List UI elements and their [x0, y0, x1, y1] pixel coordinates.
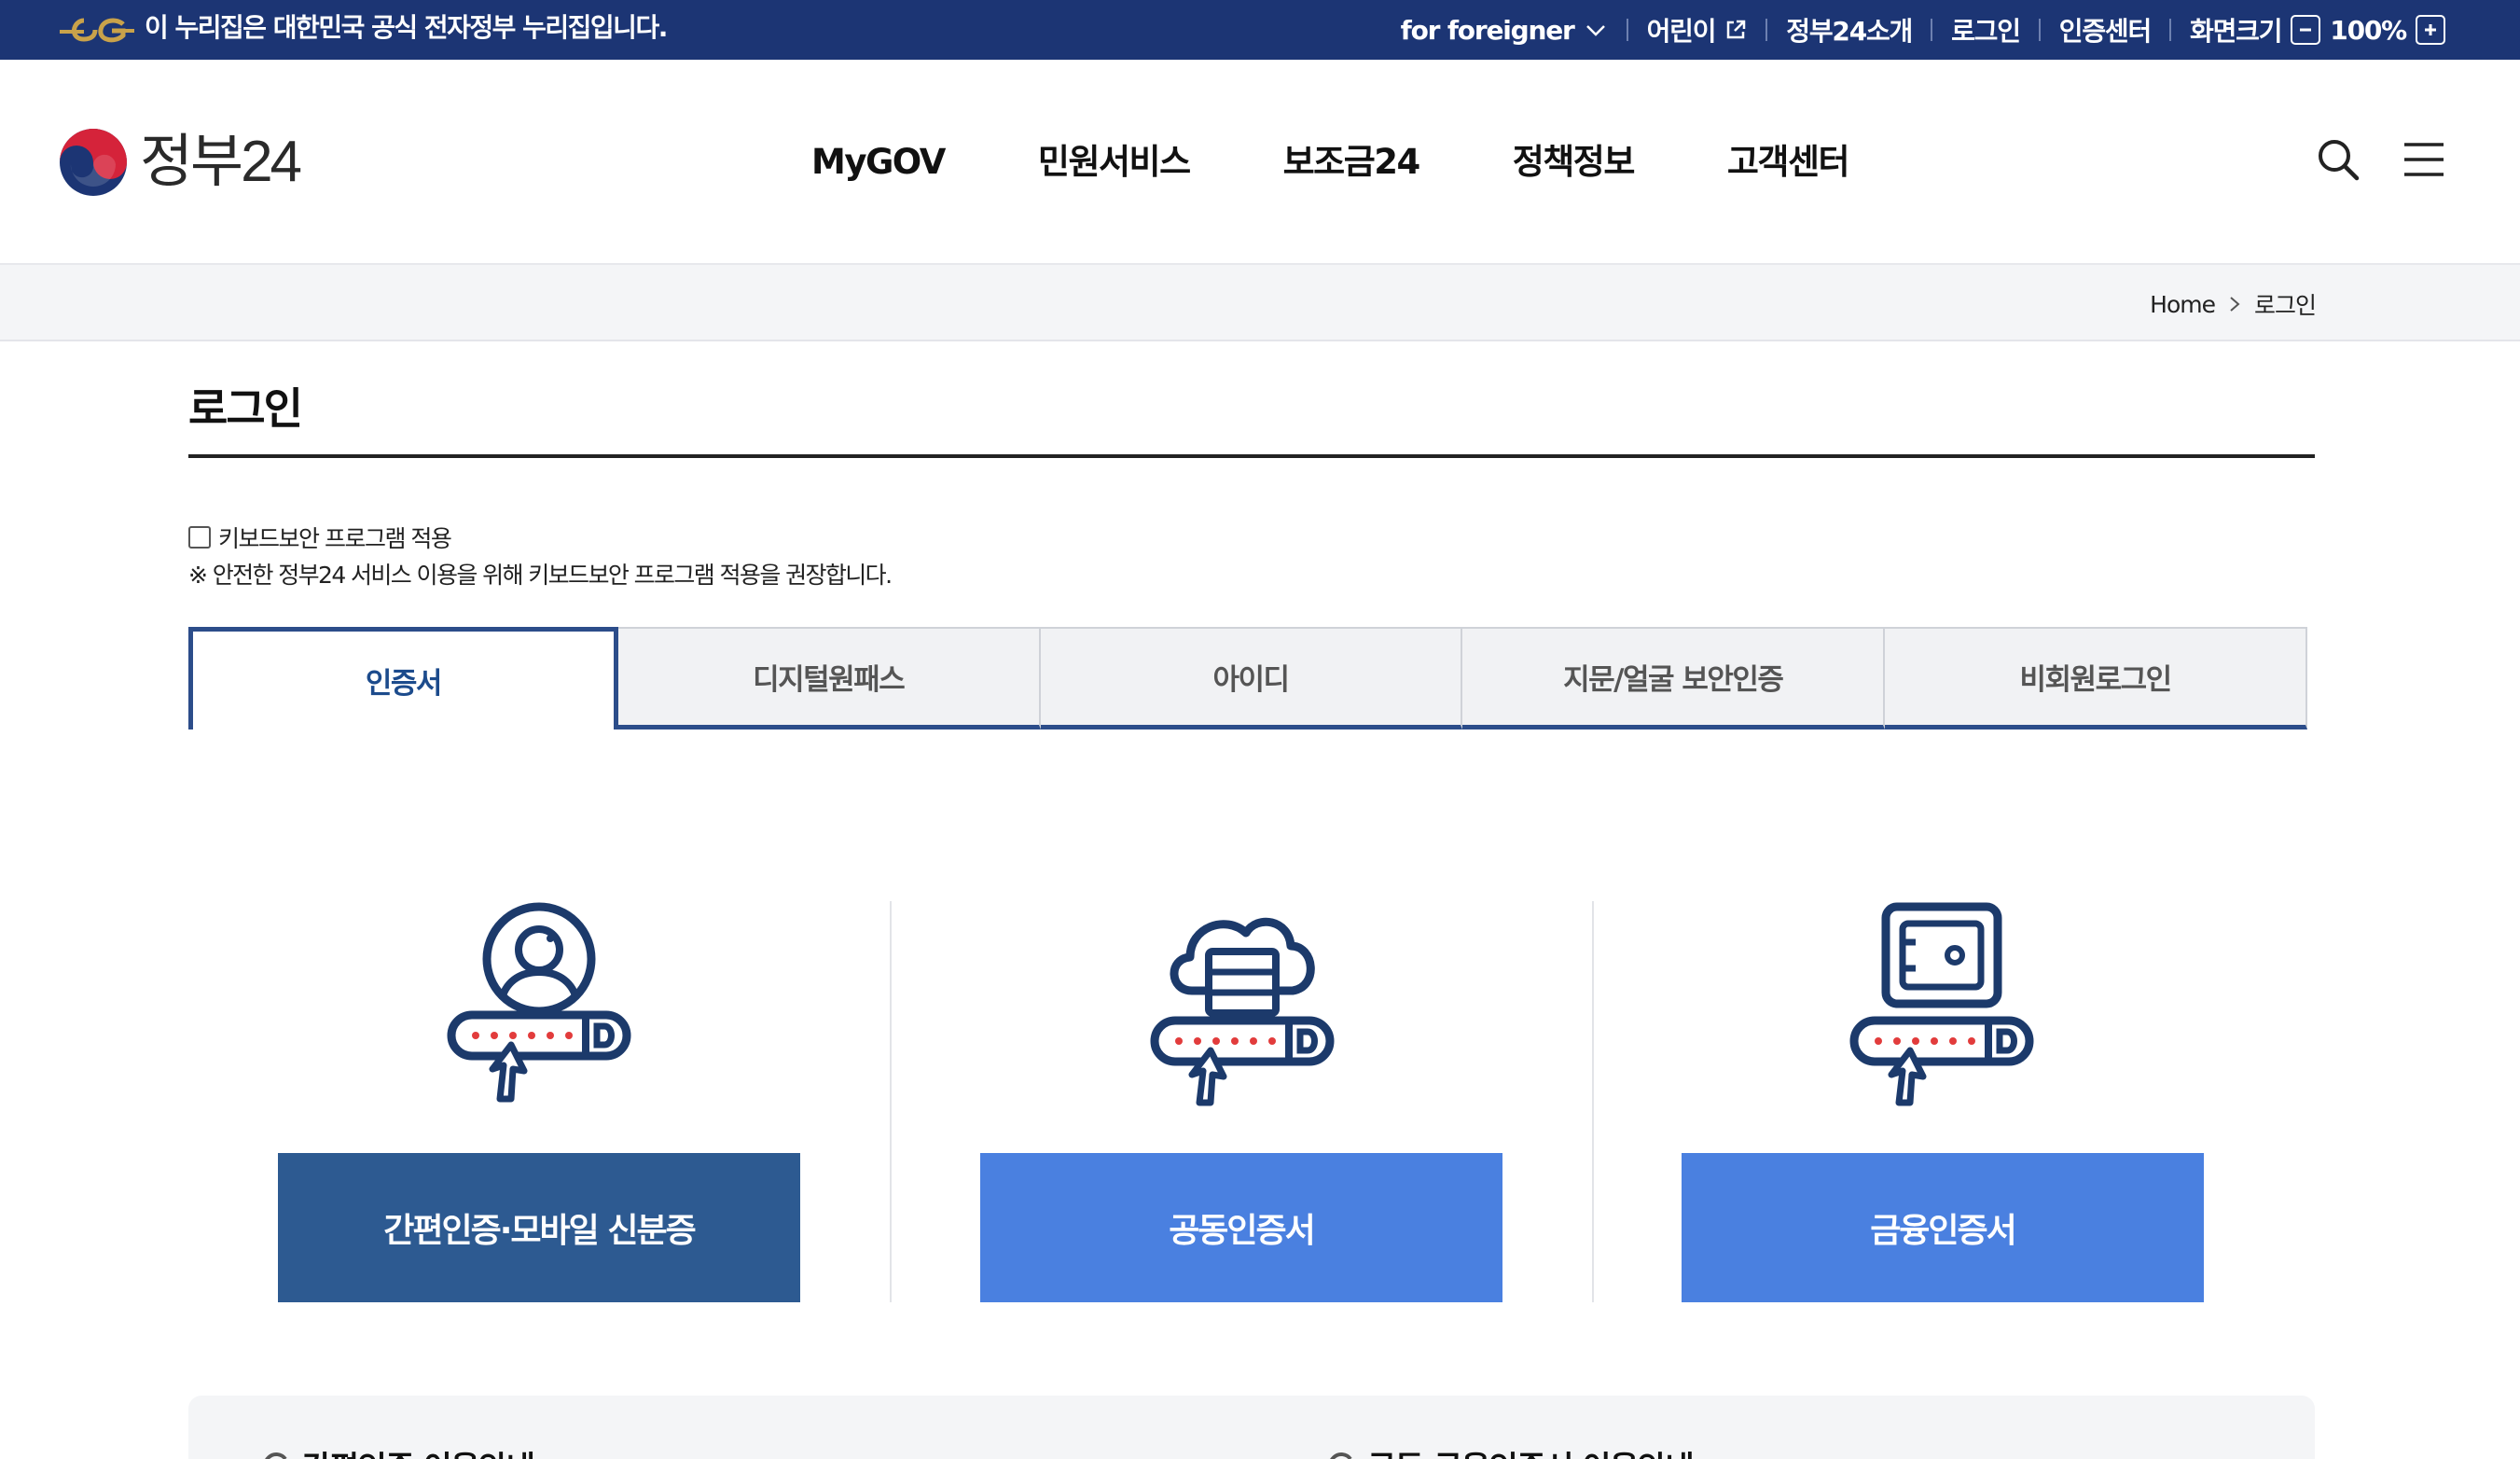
screen-size-label: 화면크기 — [2190, 16, 2282, 47]
tab-certificate[interactable]: 인증서 — [188, 627, 618, 730]
card-divider — [1592, 901, 1594, 1302]
keyboard-security-checkbox[interactable] — [188, 526, 211, 549]
certificate-guide[interactable]: 공동·금융인증서 이용안내 — [1328, 1442, 1695, 1459]
breadcrumb: Home 로그인 — [2150, 287, 2317, 321]
tab-biometric[interactable]: 지문/얼굴 보안인증 — [1462, 627, 1886, 730]
divider — [1765, 19, 1768, 41]
about-link[interactable]: 정부24소개 — [1786, 11, 1913, 49]
financial-certificate-button[interactable]: 금융인증서 — [1682, 1153, 2204, 1302]
keyboard-security-note: ※ 안전한 정부24 서비스 이용을 위해 키보드보안 프로그램 적용을 권장합… — [188, 562, 893, 589]
chevron-right-icon — [2230, 297, 2240, 312]
header-actions — [2315, 136, 2445, 183]
external-link-icon — [1727, 20, 1746, 39]
card-divider — [890, 901, 892, 1302]
tab-id[interactable]: 아이디 — [1040, 627, 1463, 730]
login-link[interactable]: 로그인 — [1951, 11, 2021, 49]
divider — [2038, 19, 2041, 41]
title-underline — [188, 454, 2315, 458]
zoom-out-button[interactable] — [2291, 15, 2321, 45]
simple-auth-guide[interactable]: 간편인증 이용안내 — [263, 1442, 535, 1459]
nav-customer-center[interactable]: 고객센터 — [1681, 140, 1895, 185]
search-icon[interactable] — [2315, 136, 2361, 183]
usage-guide-box: 간편인증 이용안내 공동·금융인증서 이용안내 — [188, 1396, 2315, 1459]
logo-text: 정부24 — [140, 130, 302, 194]
certificate-options: 간편인증·모바일 신분증 공동인증서 금융인증서 — [188, 901, 2307, 1312]
hamburger-menu-icon[interactable] — [2402, 139, 2445, 180]
divider — [1931, 19, 1933, 41]
minus-icon — [2300, 28, 2312, 32]
simple-auth-mobile-id-button[interactable]: 간편인증·모바일 신분증 — [278, 1153, 800, 1302]
zoom-level: 100% — [2330, 14, 2407, 46]
e-government-mark-icon — [60, 18, 134, 43]
cert-center-link[interactable]: 인증센터 — [2059, 11, 2152, 49]
utility-menu: for foreigner 어린이 정부24소개 로그인 인증센터 화면크기 1… — [1401, 9, 2445, 50]
user-login-icon — [447, 902, 631, 1103]
for-foreigner-label: for foreigner — [1400, 14, 1575, 46]
nav-civil-service[interactable]: 민원서비스 — [991, 140, 1237, 185]
gov-notice-text: 이 누리집은 대한민국 공식 전자정부 누리집입니다. — [145, 12, 668, 43]
plus-icon — [2425, 24, 2436, 35]
nav-subsidy[interactable]: 보조금24 — [1237, 140, 1466, 185]
for-foreigner-dropdown[interactable]: for foreigner — [1401, 15, 1608, 46]
safe-login-icon — [1849, 902, 2034, 1106]
zoom-in-button[interactable] — [2416, 15, 2445, 45]
certificate-guide-label: 공동·금융인증서 이용안내 — [1367, 1442, 1695, 1459]
simple-auth-guide-label: 간편인증 이용안내 — [302, 1442, 535, 1459]
kids-label: 어린이 — [1646, 16, 1717, 47]
info-bullet-icon — [1329, 1452, 1352, 1459]
screen-size-control: 화면크기 100% — [2190, 11, 2445, 49]
site-logo[interactable]: 정부24 — [58, 125, 302, 200]
tab-guest-login[interactable]: 비회원로그인 — [1885, 627, 2307, 730]
cloud-server-login-icon — [1150, 917, 1335, 1106]
nav-policy-info[interactable]: 정책정보 — [1466, 140, 1681, 185]
taegeuk-logo-icon — [60, 129, 127, 196]
page-title: 로그인 — [188, 383, 303, 434]
breadcrumb-home[interactable]: Home — [2150, 291, 2216, 318]
breadcrumb-current: 로그인 — [2253, 292, 2317, 319]
tab-digital-onepass[interactable]: 디지털원패스 — [617, 627, 1041, 730]
keyboard-security-label: 키보드보안 프로그램 적용 — [218, 525, 452, 552]
keyboard-security-option[interactable]: 키보드보안 프로그램 적용 — [188, 521, 452, 554]
divider — [2169, 19, 2172, 41]
joint-certificate-button[interactable]: 공동인증서 — [980, 1153, 1502, 1302]
site-header: 정부24 MyGOV 민원서비스 보조금24 정책정보 고객센터 — [0, 60, 2520, 265]
chevron-down-icon — [1585, 25, 1605, 36]
main-nav: MyGOV 민원서비스 보조금24 정책정보 고객센터 — [765, 140, 1895, 185]
breadcrumb-bar: Home 로그인 — [0, 265, 2520, 341]
gov-banner: 이 누리집은 대한민국 공식 전자정부 누리집입니다. for foreigne… — [0, 0, 2520, 60]
divider — [1626, 19, 1628, 41]
info-bullet-icon — [264, 1452, 287, 1459]
login-method-tabs: 인증서 디지털원패스 아이디 지문/얼굴 보안인증 비회원로그인 — [188, 627, 2307, 730]
nav-mygov[interactable]: MyGOV — [765, 140, 991, 185]
kids-link[interactable]: 어린이 — [1647, 11, 1748, 49]
